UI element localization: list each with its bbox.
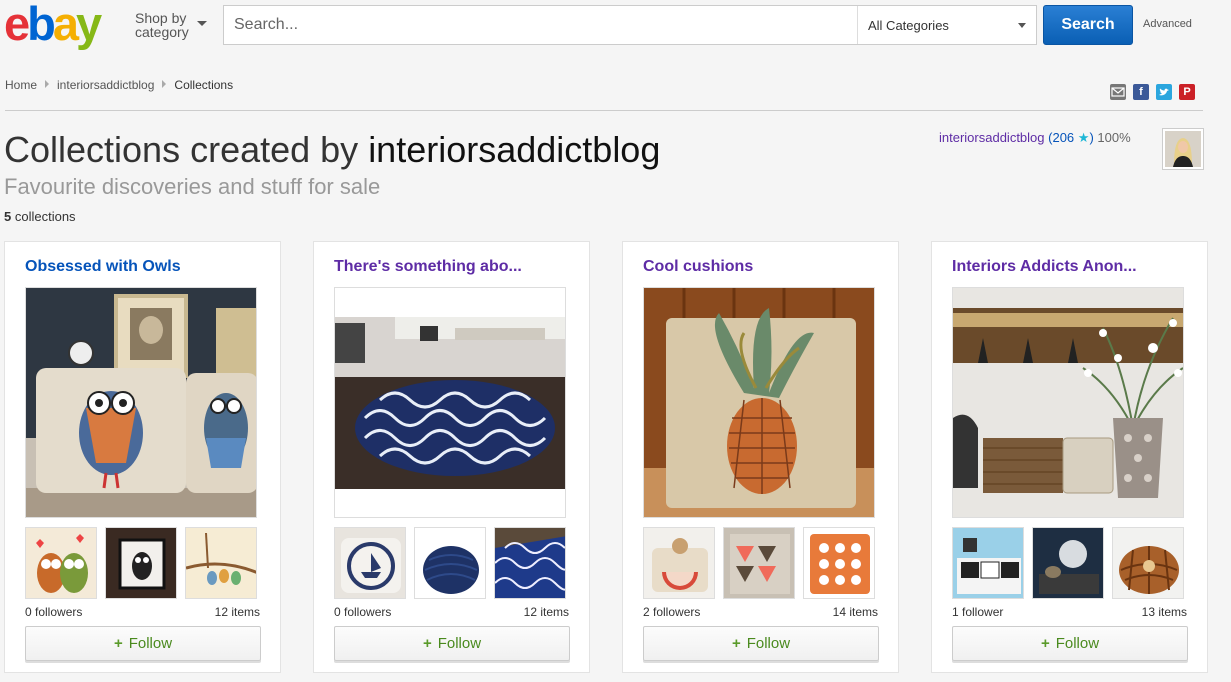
page-subtitle: Favourite discoveries and stuff for sale bbox=[4, 174, 381, 199]
plus-icon: + bbox=[731, 635, 741, 652]
collection-title-link[interactable]: There's something abo... bbox=[334, 258, 522, 276]
chevron-right-icon bbox=[45, 80, 50, 88]
avatar[interactable] bbox=[1162, 128, 1204, 170]
search-input[interactable] bbox=[224, 6, 856, 44]
collection-count: 5 collections bbox=[4, 209, 76, 224]
followers-count: 0 followers bbox=[25, 605, 83, 619]
chevron-right-icon bbox=[162, 80, 167, 88]
items-count: 12 items bbox=[523, 605, 569, 619]
breadcrumb: Home interiorsaddictblog Collections bbox=[5, 78, 233, 92]
thumbnail[interactable] bbox=[643, 527, 715, 599]
thumbnail[interactable] bbox=[803, 527, 875, 599]
collection-title-link[interactable]: Interiors Addicts Anon... bbox=[952, 258, 1137, 276]
follow-label: Follow bbox=[437, 635, 482, 652]
advanced-search-link[interactable]: Advanced bbox=[1143, 18, 1192, 30]
page-title-prefix: Collections created by bbox=[4, 129, 369, 170]
collection-thumbnails bbox=[952, 527, 1188, 599]
ebay-logo[interactable]: ebay bbox=[4, 0, 102, 48]
twitter-icon[interactable] bbox=[1156, 84, 1172, 100]
items-count: 13 items bbox=[1141, 605, 1187, 619]
plus-icon: + bbox=[113, 635, 123, 652]
facebook-icon[interactable]: f bbox=[1133, 84, 1149, 100]
collection-card: Cool cushions 2 followers 14 items + Foll bbox=[622, 241, 899, 673]
shop-by-label: Shop by bbox=[135, 10, 187, 26]
collection-thumbnails bbox=[334, 527, 570, 599]
collection-main-image[interactable] bbox=[334, 287, 566, 518]
collection-main-image[interactable] bbox=[643, 287, 875, 518]
search-button[interactable]: Search bbox=[1043, 5, 1133, 45]
seller-info: interiorsaddictblog (206 ★) 100% bbox=[939, 130, 1131, 146]
collection-title-link[interactable]: Cool cushions bbox=[643, 258, 753, 276]
items-count: 12 items bbox=[214, 605, 260, 619]
followers-count: 1 follower bbox=[952, 605, 1004, 619]
follow-button[interactable]: + Follow bbox=[952, 626, 1188, 661]
feedback-score[interactable]: 206 bbox=[1052, 130, 1074, 145]
thumbnail[interactable] bbox=[185, 527, 257, 599]
follow-button[interactable]: + Follow bbox=[25, 626, 261, 661]
thumbnail[interactable] bbox=[1112, 527, 1184, 599]
items-count: 14 items bbox=[832, 605, 878, 619]
collection-count-label: collections bbox=[11, 209, 76, 224]
star-icon: ★ bbox=[1074, 130, 1090, 145]
chevron-down-icon bbox=[1018, 23, 1026, 28]
page-title: Collections created by interiorsaddictbl… bbox=[4, 130, 660, 170]
pinterest-icon[interactable]: P bbox=[1179, 84, 1195, 100]
thumbnail[interactable] bbox=[494, 527, 566, 599]
thumbnail[interactable] bbox=[105, 527, 177, 599]
collection-main-image[interactable] bbox=[25, 287, 257, 518]
seller-name-link[interactable]: interiorsaddictblog bbox=[939, 130, 1045, 145]
positive-feedback-percent: 100% bbox=[1093, 130, 1131, 145]
followers-count: 0 followers bbox=[334, 605, 392, 619]
page-title-user: interiorsaddictblog bbox=[368, 129, 661, 170]
collection-thumbnails bbox=[643, 527, 879, 599]
divider bbox=[5, 110, 1203, 111]
thumbnail[interactable] bbox=[1032, 527, 1104, 599]
thumbnail[interactable] bbox=[25, 527, 97, 599]
plus-icon: + bbox=[422, 635, 432, 652]
chevron-down-icon bbox=[197, 21, 207, 26]
breadcrumb-home[interactable]: Home bbox=[5, 78, 37, 92]
thumbnail[interactable] bbox=[952, 527, 1024, 599]
followers-count: 2 followers bbox=[643, 605, 701, 619]
plus-icon: + bbox=[1040, 635, 1050, 652]
follow-label: Follow bbox=[128, 635, 173, 652]
collection-thumbnails bbox=[25, 527, 261, 599]
breadcrumb-current: Collections bbox=[174, 78, 234, 92]
collection-main-image[interactable] bbox=[952, 287, 1184, 518]
category-label: category bbox=[135, 24, 189, 40]
follow-button[interactable]: + Follow bbox=[643, 626, 879, 661]
follow-label: Follow bbox=[746, 635, 791, 652]
email-icon[interactable] bbox=[1110, 84, 1126, 100]
thumbnail[interactable] bbox=[723, 527, 795, 599]
follow-label: Follow bbox=[1055, 635, 1100, 652]
category-select[interactable]: All Categories bbox=[857, 6, 1037, 44]
header: ebay Shop by category All Categories Sea… bbox=[0, 0, 1231, 52]
collection-card: Interiors Addicts Anon... 1 follower 13 bbox=[931, 241, 1208, 673]
follow-button[interactable]: + Follow bbox=[334, 626, 570, 661]
category-select-value: All Categories bbox=[868, 18, 949, 33]
collection-card: Obsessed with Owls 0 followers 12 items … bbox=[4, 241, 281, 673]
shop-by-category-button[interactable]: Shop by category bbox=[135, 10, 207, 40]
collection-title-link[interactable]: Obsessed with Owls bbox=[25, 258, 181, 276]
thumbnail[interactable] bbox=[414, 527, 486, 599]
breadcrumb-user[interactable]: interiorsaddictblog bbox=[57, 78, 154, 92]
collection-card: There's something abo... 0 followers 12 … bbox=[313, 241, 590, 673]
thumbnail[interactable] bbox=[334, 527, 406, 599]
search-box: All Categories bbox=[223, 5, 1037, 45]
